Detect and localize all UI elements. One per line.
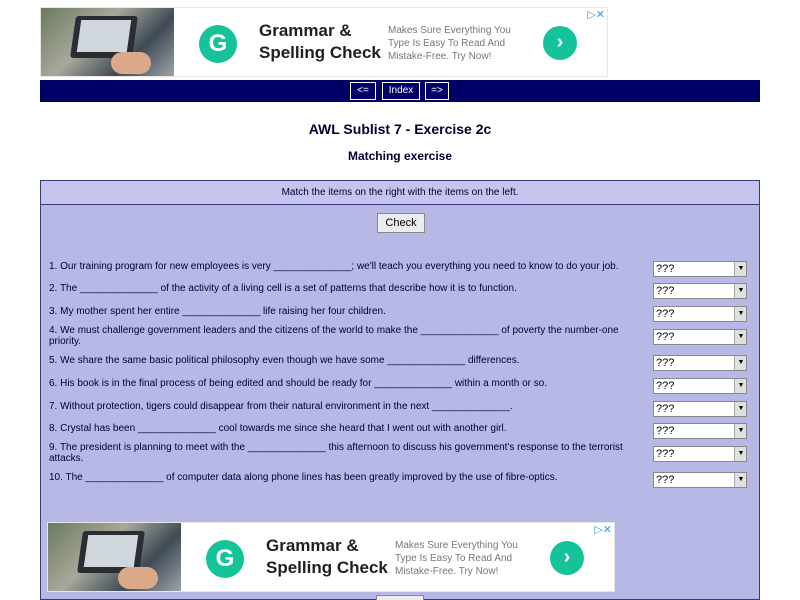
instructions-text: Match the items on the right with the it… — [41, 181, 759, 205]
answer-select[interactable]: ??? ▼ — [653, 378, 747, 394]
question-text: 2. The ______________ of the activity of… — [49, 283, 517, 294]
question-text: 4. We must challenge government leaders … — [49, 325, 619, 347]
check-button[interactable]: Check — [377, 213, 425, 233]
ad-laptop-photo — [48, 523, 181, 591]
answer-select[interactable]: ??? ▼ — [653, 446, 747, 462]
question-text: 5. We share the same basic political phi… — [49, 355, 520, 366]
answer-select[interactable]: ??? ▼ — [653, 329, 747, 345]
grammarly-logo-icon: G — [206, 540, 244, 578]
ad-title[interactable]: Grammar & Spelling Check — [259, 20, 399, 64]
answer-select[interactable]: ??? ▼ — [653, 472, 747, 488]
ad-laptop-photo — [41, 8, 174, 76]
answer-select[interactable]: ??? ▼ — [653, 306, 747, 322]
ad-title[interactable]: Grammar & Spelling Check — [266, 535, 406, 579]
question-text: 8. Crystal has been ______________ cool … — [49, 423, 507, 434]
page-title: AWL Sublist 7 - Exercise 2c — [308, 121, 492, 137]
top-advertisement[interactable]: G Grammar & Spelling Check Makes Sure Ev… — [40, 7, 608, 77]
dropdown-arrow-icon: ▼ — [734, 379, 746, 393]
ad-go-arrow-icon[interactable]: › — [543, 26, 577, 60]
ad-description: Makes Sure Everything You Type Is Easy T… — [388, 25, 511, 62]
question-text: 9. The president is planning to meet wit… — [49, 442, 623, 464]
dropdown-arrow-icon: ▼ — [734, 473, 746, 487]
answer-select[interactable]: ??? ▼ — [653, 283, 747, 299]
dropdown-arrow-icon: ▼ — [734, 356, 746, 370]
index-button[interactable]: Index — [382, 82, 420, 100]
previous-page-button[interactable]: <= — [350, 82, 376, 100]
answer-select[interactable]: ??? ▼ — [653, 423, 747, 439]
answer-select[interactable]: ??? ▼ — [653, 355, 747, 371]
navigation-bar: <= Index => — [40, 80, 760, 102]
bottom-check-button[interactable] — [376, 595, 424, 600]
dropdown-arrow-icon: ▼ — [734, 402, 746, 416]
adchoices-close-icon[interactable]: ▷✕ — [587, 8, 605, 21]
answer-select[interactable]: ??? ▼ — [653, 401, 747, 417]
next-page-button[interactable]: => — [425, 82, 449, 100]
question-text: 6. His book is in the final process of b… — [49, 378, 548, 389]
bottom-advertisement[interactable]: G Grammar & Spelling Check Makes Sure Ev… — [47, 522, 615, 592]
answer-select[interactable]: ??? ▼ — [653, 261, 747, 277]
dropdown-arrow-icon: ▼ — [734, 262, 746, 276]
question-text: 1. Our training program for new employee… — [49, 261, 619, 272]
adchoices-close-icon[interactable]: ▷✕ — [594, 523, 612, 536]
dropdown-arrow-icon: ▼ — [734, 330, 746, 344]
ad-description: Makes Sure Everything You Type Is Easy T… — [395, 540, 518, 577]
dropdown-arrow-icon: ▼ — [734, 447, 746, 461]
question-text: 7. Without protection, tigers could disa… — [49, 401, 513, 412]
grammarly-logo-icon: G — [199, 25, 237, 63]
page-subtitle: Matching exercise — [347, 149, 453, 163]
dropdown-arrow-icon: ▼ — [734, 284, 746, 298]
question-text: 10. The ______________ of computer data … — [49, 472, 558, 483]
question-text: 3. My mother spent her entire __________… — [49, 306, 386, 317]
dropdown-arrow-icon: ▼ — [734, 307, 746, 321]
ad-go-arrow-icon[interactable]: › — [550, 541, 584, 575]
dropdown-arrow-icon: ▼ — [734, 424, 746, 438]
